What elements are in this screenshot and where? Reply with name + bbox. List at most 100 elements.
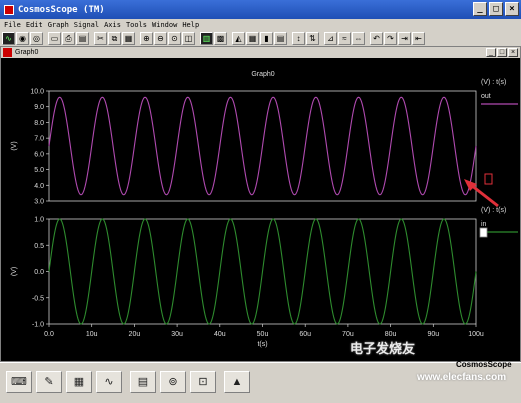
legend-header: (V) : t(s) [481,79,506,86]
x-tick-label: 40u [214,331,226,338]
signal-handle [479,227,488,238]
menu-help[interactable]: Help [182,21,199,29]
graph-window-titlebar: Graph0 _ □ × [1,47,520,58]
paste-icon[interactable]: ▦ [122,32,135,45]
toolbar: ∿ ◉ ◎ ▭ ⎙ ▤ ✂ ⧉ ▦ ⊕ ⊖ ⊙ ◫ ▥ ▩ ◭ ▦ ▮ ▤ ↕ … [0,31,521,46]
close-button[interactable]: × [505,2,519,16]
cut-icon[interactable]: ✂ [94,32,107,45]
menu-graph[interactable]: Graph [48,21,69,29]
x-tick-label: 100u [468,331,484,338]
minimize-button[interactable]: _ [473,2,487,16]
series-line-out [48,96,477,196]
x-tick-label: 60u [299,331,311,338]
zoom-in-icon[interactable]: ⊕ [140,32,153,45]
graph-close-button[interactable]: × [508,48,518,57]
menu-bar: File Edit Graph Signal Axis Tools Window… [0,19,521,30]
selection-marker [484,173,493,185]
y-tick-label: 0.5 [34,243,44,250]
graph-minimize-button[interactable]: _ [486,48,496,57]
redo-icon[interactable]: ↷ [384,32,397,45]
cosmoscope-app: CosmosScope (TM) _ □ × File Edit Graph S… [0,0,521,403]
menu-file[interactable]: File [4,21,21,29]
window-title: CosmosScope (TM) [18,4,105,15]
delta-icon[interactable]: ⊿ [324,32,337,45]
x-tick-label: 50u [257,331,269,338]
y-tick-label: 10.0 [30,89,44,96]
y-tick-label: 6.0 [34,151,44,158]
menu-edit[interactable]: Edit [26,21,43,29]
annotation-arrow [470,183,499,208]
measure-icon[interactable]: ◭ [232,32,245,45]
zoom-area-icon[interactable]: ◫ [182,32,195,45]
y-axis-label: (V) [11,141,18,150]
disk-icon[interactable]: ◎ [30,32,43,45]
series-line-in [48,218,477,325]
app-icon [4,4,14,15]
calculator-graph-icon[interactable]: ▦ [66,371,92,393]
menu-window[interactable]: Window [152,21,177,29]
print-icon[interactable]: ⎙ [62,32,75,45]
y-tick-label: 3.0 [34,199,44,206]
x-axis-label: t(s) [257,341,267,348]
x-tick-label: 30u [171,331,183,338]
y-tick-label: 4.0 [34,183,44,190]
title-bar: CosmosScope (TM) _ □ × [0,0,521,19]
zoom-fit-icon[interactable]: ⊙ [168,32,181,45]
graph-icon [3,48,12,57]
watermark-text: 电子发烧友 [350,341,416,356]
x-tick-label: 70u [342,331,354,338]
waveform-icon[interactable]: ◉ [16,32,29,45]
y-tick-label: 0.0 [34,269,44,276]
copy-icon[interactable]: ⧉ [108,32,121,45]
menu-tools[interactable]: Tools [126,21,147,29]
grid-icon[interactable]: ▦ [246,32,259,45]
watermark-url: www.elecfans.com [417,372,507,383]
x-tick-label: 0.0 [44,331,54,338]
maximize-button[interactable]: □ [489,2,503,16]
wave-tool-icon[interactable]: ∿ [96,371,122,393]
menu-axis[interactable]: Axis [104,21,121,29]
pen-icon[interactable]: ✎ [36,371,62,393]
wave-icon[interactable]: ≈ [338,32,351,45]
zoom-out-icon[interactable]: ⊖ [154,32,167,45]
legend-label-out: out [481,93,491,100]
network-icon[interactable]: ⊡ [190,371,216,393]
bars-icon[interactable]: ▮ [260,32,273,45]
y-tick-label: 9.0 [34,104,44,111]
export-icon[interactable]: ⇥ [398,32,411,45]
y-tick-label: -0.5 [32,295,44,302]
menu-signal[interactable]: Signal [74,21,99,29]
split-icon[interactable]: ⇔ [352,32,365,45]
x-tick-label: 20u [129,331,141,338]
stack-icon[interactable]: ▥ [200,32,213,45]
cursor-icon[interactable]: ⇅ [306,32,319,45]
graph-window: Graph0 _ □ × Graph0 10.0 9.0 8.0 7.0 6.0 5.0 4.… [0,46,521,362]
brand-label: CosmosScope [456,360,512,369]
matlab-icon[interactable]: ▲ [224,371,250,393]
color-icon[interactable]: ▩ [214,32,227,45]
export2-icon[interactable]: ⇤ [412,32,425,45]
legend-label-in: in [481,221,487,228]
y-tick-label: 7.0 [34,136,44,143]
plot-area[interactable]: Graph0 10.0 9.0 8.0 7.0 6.0 5.0 4.0 3.0 (V) (V) : … [1,58,520,361]
graph-window-title: Graph0 [15,49,39,56]
x-tick-label: 90u [427,331,439,338]
y-tick-label: 1.0 [34,217,44,224]
legend-header: (V) : t(s) [481,207,506,214]
graph-maximize-button[interactable]: □ [497,48,507,57]
y-tick-label: -1.0 [32,322,44,329]
y-tick-label: 8.0 [34,120,44,127]
keyboard-icon[interactable]: ⌨ [6,371,32,393]
undo-icon[interactable]: ↶ [370,32,383,45]
calculator-icon[interactable]: ▤ [130,371,156,393]
table-icon[interactable]: ▤ [274,32,287,45]
open-icon[interactable]: ▭ [48,32,61,45]
y-axis-label: (V) [11,267,18,276]
scope-icon[interactable]: ∿ [2,32,15,45]
document-icon[interactable]: ▤ [76,32,89,45]
x-tick-label: 80u [385,331,397,338]
x-tick-label: 10u [86,331,98,338]
y-tick-label: 5.0 [34,167,44,174]
reel-icon[interactable]: ⊚ [160,371,186,393]
marker-icon[interactable]: ↕ [292,32,305,45]
